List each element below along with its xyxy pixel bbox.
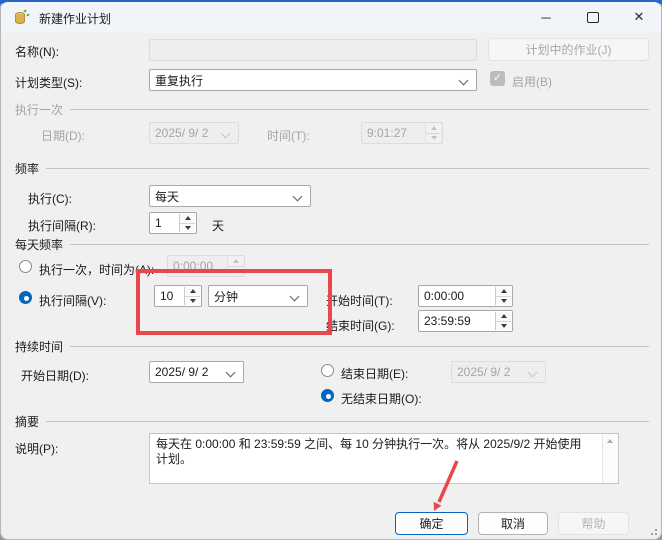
divider (70, 346, 649, 347)
chevron-down-icon (459, 76, 469, 86)
close-button[interactable]: ✕ (617, 2, 661, 32)
spinner-up-icon[interactable] (426, 124, 441, 133)
description-label: 说明(P): (15, 440, 58, 457)
one-time-date-value: 2025/ 9/ 2 (155, 126, 208, 140)
summary-group-header: 摘要 (15, 414, 649, 428)
screen: 新建作业计划 ─ ✕ 名称(N): 计划中的作业(J) 计划类型(S): 重复执… (0, 0, 662, 540)
scroll-up-icon[interactable] (607, 439, 613, 443)
duration-header-label: 持续时间 (15, 338, 63, 355)
title-bar[interactable]: 新建作业计划 ─ ✕ (1, 2, 661, 33)
starting-at-value: 0:00:00 (424, 289, 464, 303)
date-label: 日期(D): (41, 127, 85, 144)
starting-at-label: 开始时间(T): (326, 292, 393, 309)
check-icon: ✓ (493, 72, 502, 84)
spinner-down-icon[interactable] (426, 133, 441, 143)
start-date-label: 开始日期(D): (21, 367, 89, 384)
occurs-value: 每天 (155, 188, 179, 205)
starting-at-spinner[interactable]: 0:00:00 (418, 285, 513, 307)
occurs-once-radio[interactable] (19, 260, 32, 273)
jobs-in-schedule-label: 计划中的作业(J) (526, 41, 612, 58)
description-textarea[interactable]: 每天在 0:00:00 和 23:59:59 之间、每 10 分钟执行一次。将从… (149, 433, 619, 484)
help-button-label: 帮助 (581, 515, 605, 532)
one-time-group-header: 执行一次 (15, 102, 649, 116)
one-time-time-value: 9:01:27 (367, 126, 407, 140)
end-date-radio[interactable] (321, 364, 334, 377)
end-date-combo[interactable]: 2025/ 9/ 2 (451, 361, 546, 383)
chevron-down-icon (226, 368, 236, 378)
minimize-icon: ─ (541, 10, 550, 25)
start-date-combo[interactable]: 2025/ 9/ 2 (149, 361, 244, 383)
description-text: 每天在 0:00:00 和 23:59:59 之间、每 10 分钟执行一次。将从… (156, 437, 592, 467)
cancel-button-label: 取消 (501, 515, 525, 532)
recurs-every-spinner[interactable]: 1 (149, 212, 197, 234)
occurs-every-label: 执行间隔(V): (39, 292, 106, 309)
chevron-down-icon (293, 192, 303, 202)
spinner-down-icon[interactable] (496, 296, 511, 306)
ending-at-value: 23:59:59 (424, 314, 471, 328)
minimize-button[interactable]: ─ (524, 2, 568, 32)
end-date-label: 结束日期(E): (341, 365, 408, 382)
window-title: 新建作业计划 (39, 10, 111, 27)
summary-header-label: 摘要 (15, 413, 39, 430)
chevron-down-icon (528, 368, 538, 378)
time-label: 时间(T): (267, 127, 310, 144)
start-date-value: 2025/ 9/ 2 (155, 365, 208, 379)
maximize-icon (587, 12, 599, 23)
chevron-down-icon (221, 129, 231, 139)
frequency-group-header: 频率 (15, 161, 649, 175)
recurs-every-label: 执行间隔(R): (28, 217, 96, 234)
recurs-every-value: 1 (155, 216, 162, 230)
divider (70, 109, 649, 110)
jobs-in-schedule-button[interactable]: 计划中的作业(J) (488, 38, 649, 61)
end-date-value: 2025/ 9/ 2 (457, 365, 510, 379)
divider (46, 421, 649, 422)
spinner-up-icon[interactable] (228, 257, 243, 266)
schedule-type-label: 计划类型(S): (15, 74, 82, 91)
annotation-arrow-icon (406, 450, 476, 520)
divider (70, 244, 649, 245)
recurs-unit-label: 天 (212, 217, 224, 234)
one-time-date-combo[interactable]: 2025/ 9/ 2 (149, 122, 239, 144)
name-input[interactable] (149, 39, 477, 61)
resize-grip-icon[interactable] (647, 525, 657, 535)
description-scrollbar[interactable] (602, 434, 618, 483)
close-icon: ✕ (634, 9, 645, 25)
one-time-header-label: 执行一次 (15, 101, 63, 118)
schedule-type-value: 重复执行 (155, 72, 203, 89)
one-time-time-spinner[interactable]: 9:01:27 (361, 122, 443, 144)
divider (46, 168, 649, 169)
no-end-date-label: 无结束日期(O): (341, 390, 422, 407)
maximize-button[interactable] (571, 2, 615, 32)
spinner-up-icon[interactable] (180, 214, 195, 223)
spinner-down-icon[interactable] (180, 223, 195, 233)
name-label: 名称(N): (15, 43, 59, 60)
cancel-button[interactable]: 取消 (478, 512, 548, 535)
annotation-highlight-rectangle (136, 269, 332, 335)
daily-frequency-group-header: 每天频率 (15, 237, 649, 251)
no-end-date-radio[interactable] (321, 389, 334, 402)
occurs-label: 执行(C): (28, 190, 72, 207)
occurs-combo[interactable]: 每天 (149, 185, 311, 207)
enabled-checkbox[interactable]: ✓ (490, 71, 505, 86)
daily-frequency-header-label: 每天频率 (15, 236, 63, 253)
schedule-type-combo[interactable]: 重复执行 (149, 69, 477, 91)
help-button[interactable]: 帮助 (558, 512, 629, 535)
job-schedule-icon (14, 9, 31, 26)
ending-at-label: 结束时间(G): (326, 317, 395, 334)
spinner-up-icon[interactable] (496, 312, 511, 321)
spinner-up-icon[interactable] (496, 287, 511, 296)
occurs-every-radio[interactable] (19, 291, 32, 304)
ending-at-spinner[interactable]: 23:59:59 (418, 310, 513, 332)
new-job-schedule-dialog: 新建作业计划 ─ ✕ 名称(N): 计划中的作业(J) 计划类型(S): 重复执… (0, 0, 662, 540)
duration-group-header: 持续时间 (15, 339, 649, 353)
enabled-label: 启用(B) (512, 73, 552, 90)
spinner-down-icon[interactable] (496, 321, 511, 331)
frequency-header-label: 频率 (15, 160, 39, 177)
